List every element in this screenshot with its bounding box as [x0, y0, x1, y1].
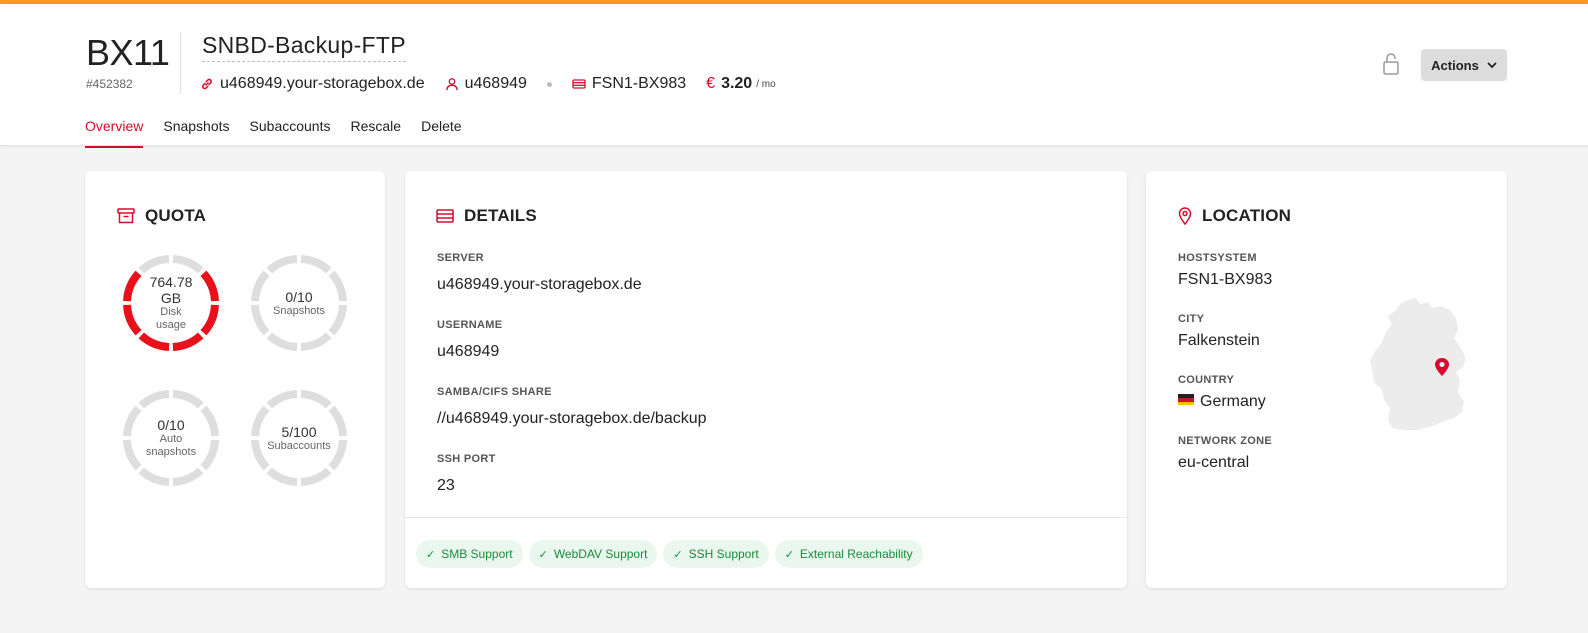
snapshots-ring: 0/10 Snapshots [249, 253, 349, 353]
check-icon: ✓ [784, 548, 794, 561]
hostname-text: u468949.your-storagebox.de [220, 75, 425, 92]
country-value: Germany [1178, 393, 1266, 411]
username-field-label: USERNAME [437, 319, 503, 331]
location-title: LOCATION [1178, 206, 1291, 226]
box-name[interactable]: SNBD-Backup-FTP [202, 32, 406, 62]
server-field-value: u468949.your-storagebox.de [437, 276, 642, 293]
username-field-value: u468949 [437, 343, 500, 360]
hostname-item[interactable]: u468949.your-storagebox.de [200, 75, 425, 93]
price-item: € 3.20 / mo [706, 75, 776, 93]
user-icon [445, 77, 459, 91]
disk-usage-label-2: usage [156, 319, 186, 331]
external-reachability-badge: ✓ External Reachability [774, 540, 923, 568]
username-item: u468949 [445, 75, 527, 93]
auto-snapshots-label-2: snapshots [145, 446, 197, 458]
samba-field-value: //u468949.your-storagebox.de/backup [437, 410, 707, 427]
subaccounts-ring: 5/100 Subaccounts [249, 388, 349, 488]
germany-map [1368, 296, 1476, 434]
server-field-label: SERVER [437, 252, 484, 264]
check-icon: ✓ [426, 548, 436, 561]
euro-icon: € [706, 75, 716, 92]
feature-badges: ✓ SMB Support ✓ WebDAV Support ✓ SSH Suppor… [416, 540, 929, 568]
country-label: COUNTRY [1178, 374, 1235, 386]
tab-subaccounts[interactable]: Subaccounts [250, 118, 331, 148]
disk-usage-value: 764.78 [149, 274, 193, 290]
ssh-port-field-value: 23 [437, 477, 455, 494]
box-number: #452382 [86, 77, 133, 91]
page-header: BX11 #452382 SNBD-Backup-FTP u468949.you… [0, 4, 1588, 148]
snapshots-label: Snapshots [273, 304, 325, 317]
server-icon [572, 77, 586, 91]
check-icon: ✓ [673, 548, 683, 561]
tab-overview[interactable]: Overview [85, 118, 144, 148]
snapshots-value: 0/10 [285, 288, 313, 305]
ssh-support-badge: ✓ SSH Support [663, 540, 769, 568]
server-text: FSN1-BX983 [591, 75, 687, 92]
box-id: BX11 [86, 32, 170, 73]
auto-snapshots-value: 0/10 [157, 417, 185, 433]
germany-flag-icon [1178, 394, 1194, 406]
smb-support-badge: ✓ SMB Support [416, 540, 523, 568]
auto-snapshots-label: Auto [159, 433, 183, 445]
price-period: / mo [756, 78, 776, 90]
box-meta: u468949.your-storagebox.de u468949 FSN1-… [200, 74, 796, 94]
lock-icon[interactable] [1382, 52, 1400, 76]
username-text: u468949 [464, 75, 527, 92]
subaccounts-label: Subaccounts [267, 439, 331, 452]
details-card [405, 171, 1127, 588]
city-value: Falkenstein [1178, 332, 1260, 349]
disk-usage-unit: GB [160, 290, 182, 306]
tab-snapshots[interactable]: Snapshots [163, 118, 229, 148]
actions-label: Actions [1431, 57, 1479, 73]
webdav-support-badge: ✓ WebDAV Support [528, 540, 658, 568]
hostsystem-value: FSN1-BX983 [1178, 271, 1273, 288]
check-icon: ✓ [538, 548, 548, 561]
actions-button[interactable]: Actions [1421, 49, 1507, 81]
quota-title: QUOTA [117, 206, 206, 226]
disk-usage-ring: 764.78 GB Disk usage [121, 253, 221, 353]
map-pin-icon [1178, 207, 1192, 225]
city-label: CITY [1178, 313, 1205, 325]
network-zone-label: NETWORK ZONE [1178, 435, 1273, 447]
disk-usage-label: Disk [160, 306, 182, 318]
germany-map-shape [1370, 298, 1466, 430]
tab-rescale[interactable]: Rescale [350, 118, 401, 148]
tab-bar: Overview Snapshots Subaccounts Rescale D… [85, 118, 482, 148]
tab-delete[interactable]: Delete [421, 118, 461, 148]
price-value: 3.20 [721, 75, 753, 92]
header-divider [180, 32, 181, 94]
subaccounts-value: 5/100 [281, 423, 317, 440]
ssh-port-field-label: SSH PORT [437, 453, 496, 465]
network-zone-value: eu-central [1178, 454, 1250, 471]
chevron-down-icon [1487, 61, 1497, 68]
details-divider [405, 517, 1127, 518]
quota-card [85, 171, 385, 588]
samba-field-label: SAMBA/CIFS SHARE [437, 386, 552, 398]
meta-separator [546, 81, 552, 87]
details-title: DETAILS [436, 206, 537, 226]
link-icon [200, 77, 214, 91]
server-icon [436, 209, 454, 223]
auto-snapshots-ring: 0/10 Auto snapshots [121, 388, 221, 488]
archive-icon [117, 208, 135, 224]
hostsystem-label: HOSTSYSTEM [1178, 252, 1257, 264]
server-item: FSN1-BX983 [572, 75, 686, 93]
